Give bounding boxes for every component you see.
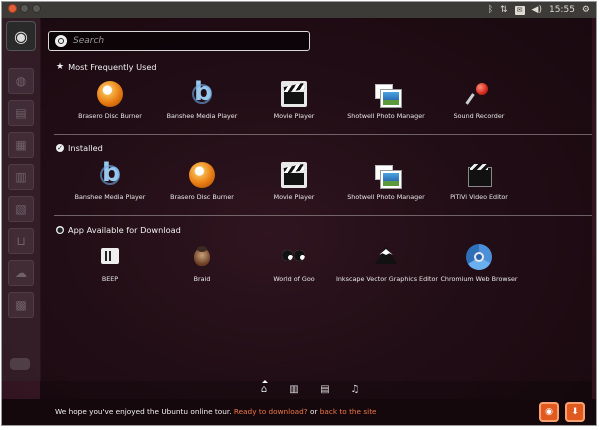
tour-footer: We hope you've enjoyed the Ubuntu online… xyxy=(2,399,596,425)
app-tile[interactable]: Movie Player xyxy=(244,81,344,120)
system-tray: ᛒ ⇅ ✉ ◀) 15:55 ⚙ xyxy=(488,4,590,16)
bluetooth-icon[interactable]: ᛒ xyxy=(488,4,493,16)
section-divider xyxy=(54,134,592,135)
workspaces-icon[interactable]: ▩ xyxy=(8,292,34,318)
ubuntu-one-icon[interactable]: ☁ xyxy=(8,260,34,286)
app-label: Banshee Media Player xyxy=(166,112,238,120)
app-tile[interactable]: Shotwell Photo Manager xyxy=(336,81,436,120)
download-icon: ● xyxy=(56,226,64,234)
app-tile[interactable]: Sound Recorder xyxy=(429,81,529,120)
app-tile[interactable]: Banshee Media Player xyxy=(152,77,252,120)
app-tile[interactable]: Brasero Disc Burner xyxy=(60,81,160,120)
app-label: BEEP xyxy=(101,275,119,283)
footer-or-text: or xyxy=(309,407,318,416)
app-tile[interactable]: PiTiVi Video Editor xyxy=(429,162,529,201)
section-title: Installed xyxy=(68,143,103,153)
check-icon: ✓ xyxy=(56,144,64,152)
movie-player-icon xyxy=(281,162,307,188)
world-of-goo-icon xyxy=(281,244,307,270)
footer-text: We hope you've enjoyed the Ubuntu online… xyxy=(55,407,232,416)
app-label: Braid xyxy=(193,275,211,283)
section-header-most-used: ★ Most Frequently Used xyxy=(56,62,157,72)
app-tile[interactable]: Braid xyxy=(152,244,252,283)
gear-icon[interactable]: ⚙ xyxy=(582,4,590,16)
pitivi-icon xyxy=(466,162,492,188)
beep-icon xyxy=(97,244,123,270)
section-title: Most Frequently Used xyxy=(68,62,157,72)
app-label: Chromium Web Browser xyxy=(440,275,518,283)
brasero-icon xyxy=(97,81,123,107)
app-label: Brasero Disc Burner xyxy=(170,193,234,201)
app-label: Brasero Disc Burner xyxy=(78,112,142,120)
ubuntu-logo-button[interactable]: ◉ xyxy=(539,402,559,422)
software-center-icon[interactable]: ⊔ xyxy=(8,228,34,254)
download-button[interactable]: ⬇ xyxy=(565,402,585,422)
section-header-installed: ✓ Installed xyxy=(56,143,103,153)
maximize-icon[interactable] xyxy=(32,4,41,13)
section-header-download: ● App Available for Download xyxy=(56,225,181,235)
app-tile[interactable]: BEEP xyxy=(60,244,160,283)
dash: ★ Most Frequently Used Brasero Disc Burn… xyxy=(40,18,592,381)
shotwell-icon xyxy=(373,81,401,107)
app-label: Sound Recorder xyxy=(453,112,505,120)
search-input[interactable] xyxy=(73,34,303,48)
app-tile[interactable]: World of Goo xyxy=(244,244,344,283)
desktop: ᛒ ⇅ ✉ ◀) 15:55 ⚙ ◉ ◍ ▤ ▦ ▥ ▧ ⊔ ☁ ▩ ★ Mos… xyxy=(1,1,597,426)
app-label: Movie Player xyxy=(273,193,315,201)
ubuntu-logo-icon[interactable]: ◉ xyxy=(6,21,36,51)
back-to-site-link[interactable]: back to the site xyxy=(320,407,377,416)
ready-to-download-link[interactable]: Ready to download? xyxy=(234,407,308,416)
section-title: App Available for Download xyxy=(68,225,181,235)
applications-lens-icon[interactable]: ▥ xyxy=(287,384,301,396)
app-label: Inkscape Vector Graphics Editor xyxy=(336,275,438,283)
search-box xyxy=(48,31,310,51)
app-label: Shotwell Photo Manager xyxy=(347,193,425,201)
sound-recorder-icon xyxy=(466,81,492,107)
app-tile[interactable]: Banshee Media Player xyxy=(60,158,160,201)
presentation-icon[interactable]: ▧ xyxy=(8,196,34,222)
star-icon: ★ xyxy=(56,62,65,72)
mail-icon[interactable]: ✉ xyxy=(514,5,525,15)
footer-message: We hope you've enjoyed the Ubuntu online… xyxy=(55,407,377,416)
volume-icon[interactable]: ◀) xyxy=(532,4,542,16)
movie-player-icon xyxy=(281,81,307,107)
close-icon[interactable] xyxy=(8,4,17,13)
spreadsheet-icon[interactable]: ▥ xyxy=(8,164,34,190)
brasero-icon xyxy=(189,162,215,188)
app-tile[interactable]: Movie Player xyxy=(244,162,344,201)
app-tile[interactable]: Chromium Web Browser xyxy=(429,244,529,283)
braid-icon xyxy=(189,244,215,270)
window-controls xyxy=(8,4,41,13)
app-tile[interactable]: Brasero Disc Burner xyxy=(152,162,252,201)
app-label: Shotwell Photo Manager xyxy=(347,112,425,120)
search-icon xyxy=(55,35,67,47)
trash-icon[interactable] xyxy=(10,358,30,370)
top-panel: ᛒ ⇅ ✉ ◀) 15:55 ⚙ xyxy=(2,2,596,18)
banshee-icon xyxy=(189,77,215,107)
app-label: PiTiVi Video Editor xyxy=(450,193,508,201)
app-label: World of Goo xyxy=(273,275,315,283)
music-lens-icon[interactable]: ♫ xyxy=(348,384,362,396)
document-icon[interactable]: ▦ xyxy=(8,132,34,158)
firefox-icon[interactable]: ◍ xyxy=(8,68,34,94)
home-lens-icon[interactable]: ⌂ xyxy=(257,380,271,396)
app-label: Banshee Media Player xyxy=(74,193,146,201)
app-tile[interactable]: Shotwell Photo Manager xyxy=(336,162,436,201)
app-tile[interactable]: Inkscape Vector Graphics Editor xyxy=(336,244,438,283)
clock[interactable]: 15:55 xyxy=(549,4,575,16)
network-icon[interactable]: ⇅ xyxy=(500,4,508,16)
banshee-icon xyxy=(97,158,123,188)
files-lens-icon[interactable]: ▤ xyxy=(318,384,332,396)
lens-bar: ⌂ ▥ ▤ ♫ xyxy=(40,380,592,399)
minimize-icon[interactable] xyxy=(20,4,29,13)
inkscape-icon xyxy=(373,244,399,270)
section-divider xyxy=(54,215,592,216)
app-label: Movie Player xyxy=(273,112,315,120)
shotwell-icon xyxy=(373,162,401,188)
files-icon[interactable]: ▤ xyxy=(8,100,34,126)
launcher: ◉ ◍ ▤ ▦ ▥ ▧ ⊔ ☁ ▩ xyxy=(2,18,41,381)
chromium-icon xyxy=(466,244,492,270)
